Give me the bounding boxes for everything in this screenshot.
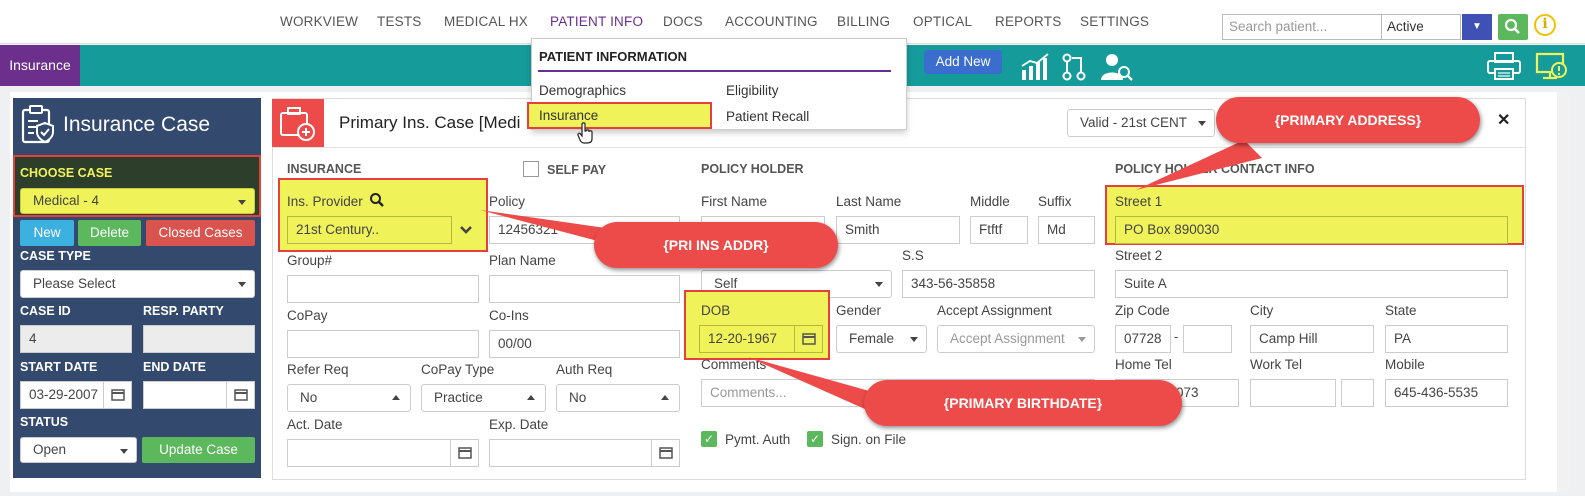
callout-primary-address: {PRIMARY ADDRESS} bbox=[1216, 97, 1480, 143]
callout-primary-birthdate: {PRIMARY BIRTHDATE} bbox=[864, 380, 1182, 426]
menu-item-insurance[interactable]: Insurance bbox=[527, 102, 712, 129]
menu-item-insurance-label: Insurance bbox=[539, 108, 599, 123]
menu-heading: PATIENT INFORMATION bbox=[539, 49, 688, 64]
callout-pri-ins-addr: {PRI INS ADDR} bbox=[594, 222, 838, 268]
menu-divider bbox=[538, 70, 891, 72]
menu-item-patient-recall[interactable]: Patient Recall bbox=[726, 109, 809, 124]
hand-pointer-icon bbox=[577, 122, 593, 144]
arrow-primary-birthdate bbox=[748, 357, 880, 414]
menu-item-demographics[interactable]: Demographics bbox=[539, 83, 626, 98]
menu-item-eligibility[interactable]: Eligibility bbox=[726, 83, 779, 98]
arrow-primary-address bbox=[1136, 140, 1262, 190]
